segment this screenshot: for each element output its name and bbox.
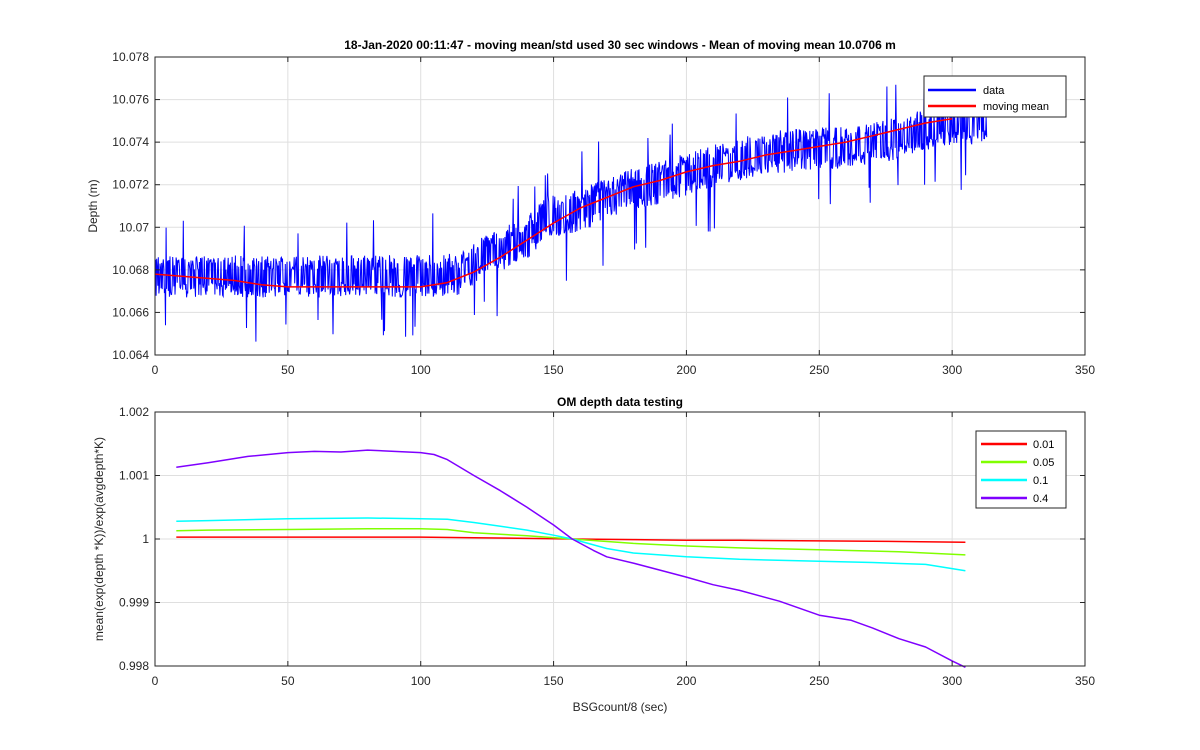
x-tick-label: 300: [942, 674, 962, 688]
x-axis-label: BSGcount/8 (sec): [573, 700, 668, 714]
x-tick-label: 150: [544, 363, 564, 377]
x-tick-label: 150: [544, 674, 564, 688]
legend-label-0.01: 0.01: [1033, 439, 1054, 451]
x-tick-label: 0: [152, 674, 159, 688]
legend-label-0.05: 0.05: [1033, 457, 1054, 469]
y-tick-label: 10.068: [112, 263, 149, 277]
legend-label-data: data: [983, 85, 1005, 97]
x-tick-label: 50: [281, 674, 295, 688]
x-tick-label: 350: [1075, 363, 1095, 377]
legend-label-0.4: 0.4: [1033, 493, 1048, 505]
x-tick-label: 250: [809, 363, 829, 377]
x-tick-label: 350: [1075, 674, 1095, 688]
om-testing-chart: 0 50 100 150 200 250 300 350 0.998 0.999 1 1.001 1.0…: [92, 395, 1095, 714]
chart-title: OM depth data testing: [557, 395, 683, 409]
y-tick-label: 1.001: [119, 469, 149, 483]
x-tick-label: 300: [942, 363, 962, 377]
y-tick-label: 10.07: [119, 220, 149, 234]
y-tick-label: 10.066: [112, 305, 149, 319]
legend: 0.01 0.05 0.1 0.4: [975, 430, 1067, 509]
y-tick-label: 1: [142, 532, 149, 546]
y-tick-label: 0.998: [119, 659, 149, 673]
figure: 0 50 100 150 200 250 300 35010.06410.06610.0681…: [0, 0, 1200, 750]
chart-title: 18-Jan-2020 00:11:47 - moving mean/std u…: [344, 38, 896, 52]
x-tick-label: 100: [411, 674, 431, 688]
legend-label-moving-mean: moving mean: [983, 101, 1049, 113]
x-tick-label: 250: [809, 674, 829, 688]
x-tick-label: 0: [152, 363, 159, 377]
x-tick-label: 200: [676, 363, 696, 377]
x-tick-label: 200: [676, 674, 696, 688]
y-tick-label: 10.076: [112, 93, 149, 107]
y-tick-label: 10.078: [112, 50, 149, 64]
y-axis-label: mean(exp(depth *K))/exp(avgdepth*K): [92, 437, 106, 641]
y-axis-label: Depth (m): [86, 179, 100, 232]
depth-chart: 0 50 100 150 200 250 300 350 10.064 10.066 10.068 1…: [86, 38, 1095, 377]
x-tick-label: 100: [411, 363, 431, 377]
y-tick-label: 10.072: [112, 178, 149, 192]
legend: data moving mean: [923, 75, 1067, 118]
y-tick-label: 1.002: [119, 405, 149, 419]
y-tick-label: 10.074: [112, 135, 149, 149]
y-tick-label: 10.064: [112, 348, 149, 362]
legend-label-0.1: 0.1: [1033, 475, 1048, 487]
y-tick-label: 0.999: [119, 596, 149, 610]
x-tick-label: 50: [281, 363, 295, 377]
